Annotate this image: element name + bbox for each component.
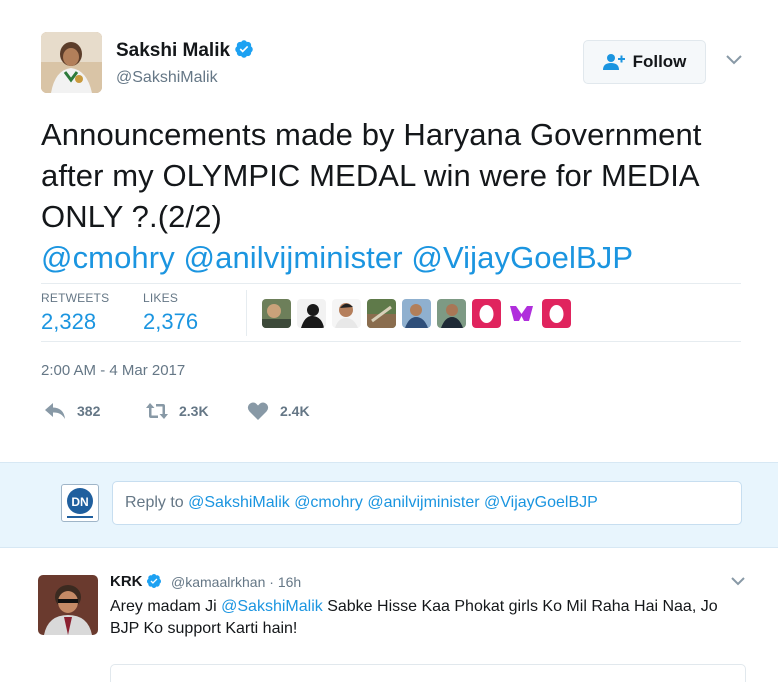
retweet-icon: [146, 403, 168, 419]
liker-avatar[interactable]: [332, 299, 361, 328]
main-tweet: Sakshi Malik @SakshiMalik Follow Announc…: [0, 0, 778, 462]
verified-badge-icon: [146, 574, 161, 588]
like-action[interactable]: 2.4K: [246, 400, 310, 422]
stats-separator: [246, 290, 247, 336]
like-count: 2.4K: [280, 403, 310, 419]
liker-avatar[interactable]: [507, 299, 536, 328]
tweet-text-body: Announcements made by Haryana Government…: [41, 117, 702, 234]
reply-action[interactable]: 382: [43, 400, 100, 422]
tweet-timestamp[interactable]: 2:00 AM - 4 Mar 2017: [41, 362, 185, 379]
retweet-action[interactable]: 2.3K: [145, 400, 209, 422]
reply-author-name-text[interactable]: KRK: [110, 573, 143, 590]
reply-prefix: Reply to: [125, 494, 189, 511]
mention-anilvijminister[interactable]: @anilvijminister: [184, 240, 403, 275]
liker-avatar[interactable]: [472, 299, 501, 328]
reply-text-before: Arey madam Ji: [110, 598, 222, 615]
mention-cmohry[interactable]: @cmohry: [41, 240, 175, 275]
retweets-stat[interactable]: RETWEETS 2,328: [41, 291, 109, 335]
reply-time[interactable]: · 16h: [269, 574, 301, 590]
viewer-avatar[interactable]: DN: [61, 484, 99, 522]
chevron-down-icon[interactable]: [725, 54, 743, 66]
viewer-avatar-text: DN: [71, 495, 88, 509]
likes-label: LIKES: [143, 291, 179, 305]
reply-meta: @kamaalrkhan · 16h: [171, 574, 301, 590]
reply-embedded-box[interactable]: [110, 664, 746, 682]
author-handle[interactable]: @SakshiMalik: [116, 69, 218, 87]
liker-avatar[interactable]: [542, 299, 571, 328]
heart-icon: [247, 402, 269, 420]
author-name-text[interactable]: Sakshi Malik: [116, 40, 230, 61]
chevron-down-icon[interactable]: [730, 576, 746, 587]
reply-text: Arey madam Ji @SakshiMalik Sabke Hisse K…: [110, 596, 730, 640]
reply-author-avatar[interactable]: [38, 575, 98, 635]
liker-avatar[interactable]: [437, 299, 466, 328]
stats-divider-top: [41, 283, 741, 284]
liker-avatar[interactable]: [297, 299, 326, 328]
reply-mentions: @SakshiMalik @cmohry @anilvijminister @V…: [188, 494, 598, 511]
verified-badge-icon: [235, 40, 253, 58]
reply-author-handle[interactable]: @kamaalrkhan: [171, 574, 265, 590]
reply-mention-sakshimalik[interactable]: @SakshiMalik: [221, 598, 323, 615]
follow-button[interactable]: Follow: [583, 40, 706, 84]
liker-avatar[interactable]: [262, 299, 291, 328]
follow-person-icon: [602, 54, 625, 70]
liker-avatar[interactable]: [402, 299, 431, 328]
reply-author-name[interactable]: KRK: [110, 573, 162, 590]
mention-vijaygoelbjp[interactable]: @VijayGoelBJP: [411, 240, 633, 275]
follow-label: Follow: [632, 52, 687, 71]
reply-icon: [45, 403, 65, 419]
likes-value[interactable]: 2,376: [143, 309, 198, 335]
retweets-value[interactable]: 2,328: [41, 309, 109, 335]
author-name[interactable]: Sakshi Malik: [116, 39, 254, 62]
author-avatar[interactable]: [41, 32, 102, 93]
likers-list: [262, 299, 571, 328]
reply-count: 382: [77, 403, 101, 419]
stats-divider-bottom: [41, 341, 741, 342]
retweet-count: 2.3K: [179, 403, 209, 419]
liker-avatar[interactable]: [367, 299, 396, 328]
reply-input[interactable]: Reply to @SakshiMalik @cmohry @anilvijmi…: [112, 481, 742, 525]
likes-stat[interactable]: LIKES 2,376: [143, 291, 198, 335]
retweets-label: RETWEETS: [41, 291, 110, 305]
tweet-text: Announcements made by Haryana Government…: [41, 114, 741, 278]
